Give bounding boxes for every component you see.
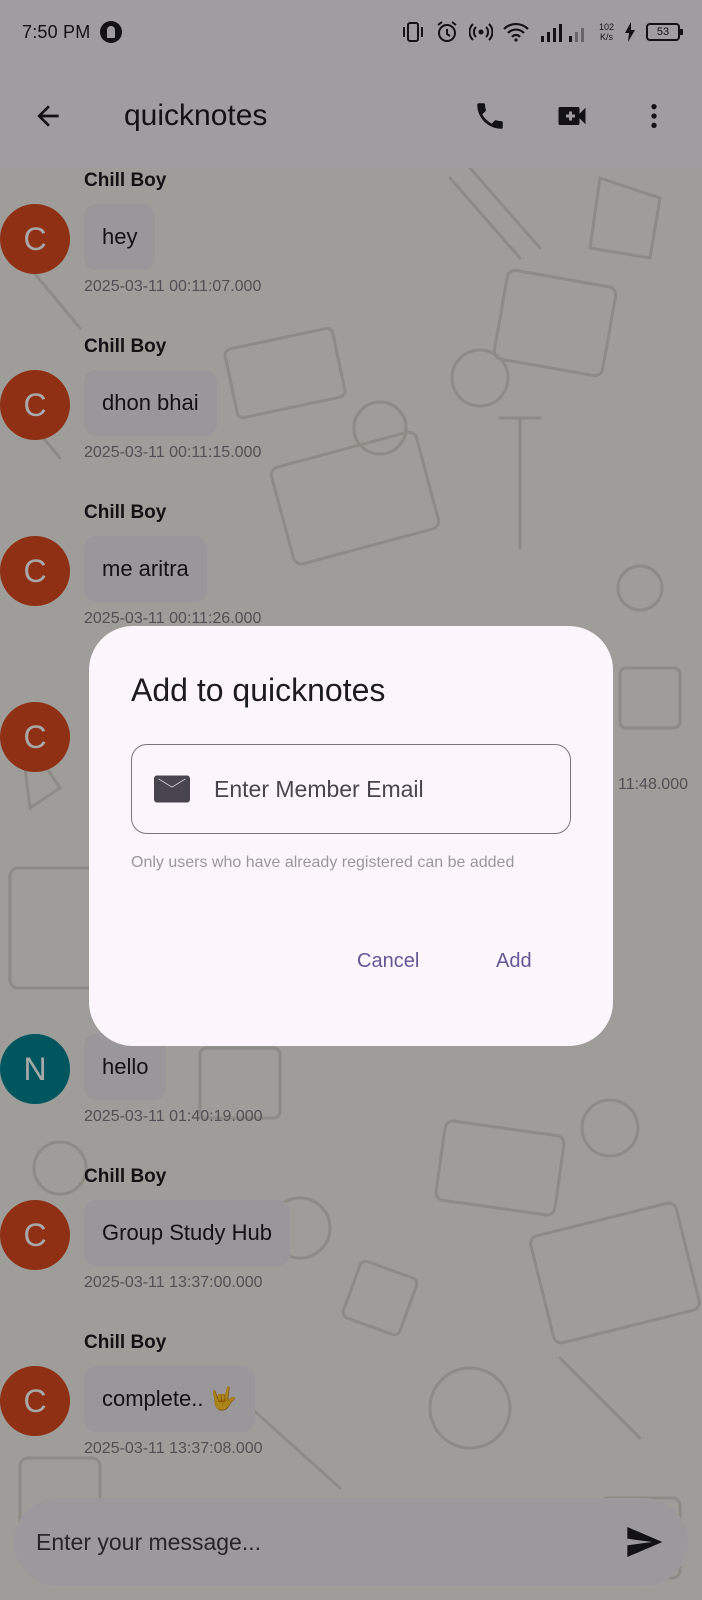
cancel-button[interactable]: Cancel [343,936,433,986]
helper-text: Only users who have already registered c… [131,854,515,871]
email-field[interactable] [131,744,571,834]
email-input[interactable] [214,775,544,803]
dialog-title: Add to quicknotes [131,672,386,708]
add-member-dialog: Add to quicknotes Only users who have al… [89,626,613,1046]
add-button[interactable]: Add [482,936,546,986]
mail-icon [154,775,190,803]
